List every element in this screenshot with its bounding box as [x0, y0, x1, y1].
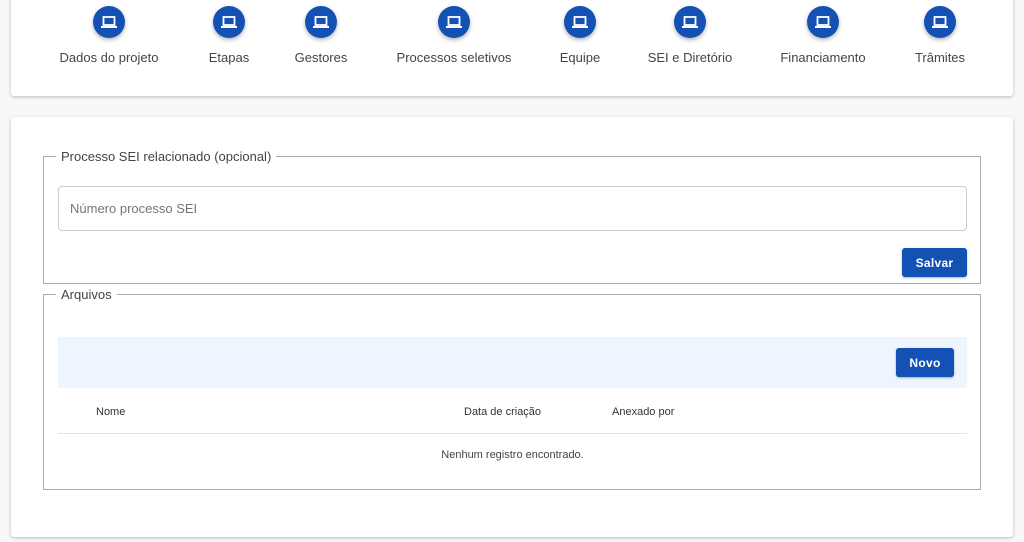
- files-legend: Arquivos: [61, 287, 112, 302]
- column-header-attached-by[interactable]: Anexado por: [612, 406, 674, 418]
- column-header-name[interactable]: Nome: [96, 406, 125, 418]
- laptop-icon: [807, 6, 839, 38]
- steps-nav: Dados do projeto Etapas Gestores Processos …: [11, 0, 1013, 96]
- step-label: Trâmites: [914, 50, 966, 65]
- column-header-created[interactable]: Data de criação: [464, 406, 541, 418]
- save-button[interactable]: Salvar: [902, 248, 967, 277]
- step-4[interactable]: Processos seletivos: [384, 0, 524, 65]
- step-label: SEI e Diretório: [647, 50, 733, 65]
- step-label: Dados do projeto: [59, 50, 159, 65]
- laptop-icon: [564, 6, 596, 38]
- step-6[interactable]: SEI e Diretório: [620, 0, 760, 65]
- sei-fieldset: Processo SEI relacionado (opcional) Salv…: [43, 149, 981, 284]
- files-toolbar: Novo: [58, 337, 967, 388]
- laptop-icon: [93, 6, 125, 38]
- empty-message: Nenhum registro encontrado.: [441, 449, 584, 461]
- step-1[interactable]: Dados do projeto: [39, 0, 179, 65]
- laptop-icon: [438, 6, 470, 38]
- laptop-icon: [213, 6, 245, 38]
- laptop-icon: [924, 6, 956, 38]
- step-label: Gestores: [294, 50, 348, 65]
- step-8[interactable]: Trâmites: [870, 0, 1010, 65]
- table-divider: [58, 433, 967, 434]
- step-3[interactable]: Gestores: [251, 0, 391, 65]
- laptop-icon: [674, 6, 706, 38]
- new-file-button[interactable]: Novo: [896, 348, 954, 377]
- laptop-icon: [305, 6, 337, 38]
- step-label: Processos seletivos: [396, 50, 512, 65]
- main-card: Processo SEI relacionado (opcional) Salv…: [11, 117, 1013, 537]
- files-fieldset: Arquivos Novo Nome Data de criação Anexa…: [43, 287, 981, 490]
- sei-legend: Processo SEI relacionado (opcional): [61, 149, 272, 164]
- sei-number-input[interactable]: [58, 186, 967, 231]
